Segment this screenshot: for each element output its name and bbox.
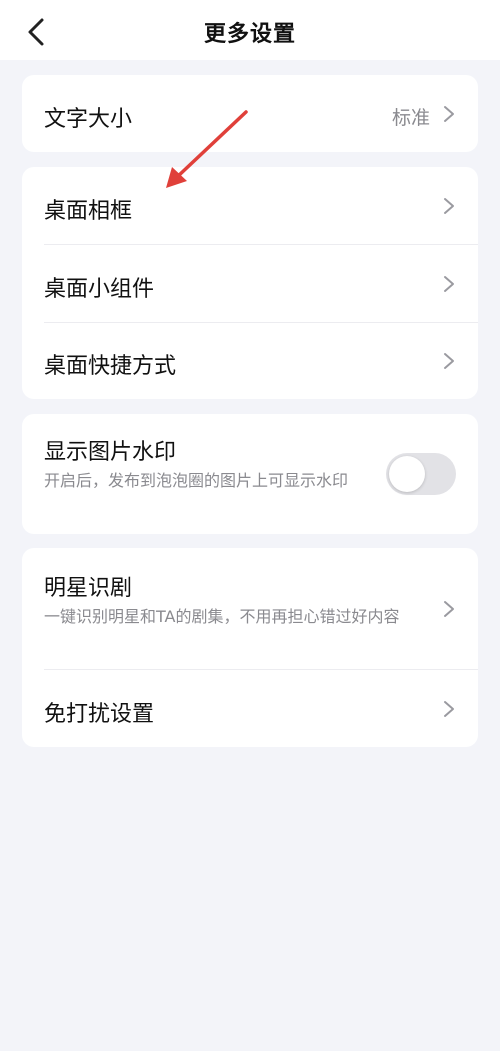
font-size-label: 文字大小 xyxy=(44,107,133,132)
desktop-frame-row[interactable]: 桌面相框 xyxy=(22,167,478,244)
toggle-knob xyxy=(389,456,425,492)
watermark-description: 开启后，发布到泡泡圈的图片上可显示水印 xyxy=(44,471,349,490)
page-title: 更多设置 xyxy=(203,22,296,47)
font-size-card: 文字大小 标准 xyxy=(22,75,478,152)
desktop-shortcut-row[interactable]: 桌面快捷方式 xyxy=(22,323,478,399)
chevron-right-icon xyxy=(442,196,456,216)
chevron-right-icon xyxy=(442,104,456,124)
star-recognition-label: 明星识剧 xyxy=(44,576,133,601)
do-not-disturb-row[interactable]: 免打扰设置 xyxy=(22,670,478,747)
star-recognition-row[interactable]: 明星识剧 一键识别明星和TA的剧集，不用再担心错过好内容 xyxy=(22,548,478,669)
star-recognition-description: 一键识别明星和TA的剧集，不用再担心错过好内容 xyxy=(44,607,400,626)
desktop-widget-label: 桌面小组件 xyxy=(44,277,155,302)
desktop-widget-row[interactable]: 桌面小组件 xyxy=(22,245,478,322)
chevron-right-icon xyxy=(442,351,456,371)
chevron-right-icon xyxy=(442,699,456,719)
desktop-shortcut-label: 桌面快捷方式 xyxy=(44,354,177,379)
chevron-right-icon xyxy=(442,599,456,619)
font-size-value: 标准 xyxy=(391,107,430,129)
desktop-card: 桌面相框 桌面小组件 桌面快捷方式 xyxy=(22,167,478,399)
watermark-toggle[interactable] xyxy=(386,453,456,495)
do-not-disturb-label: 免打扰设置 xyxy=(44,702,155,727)
chevron-right-icon xyxy=(442,274,456,294)
misc-card: 明星识剧 一键识别明星和TA的剧集，不用再担心错过好内容 免打扰设置 xyxy=(22,548,478,747)
desktop-frame-label: 桌面相框 xyxy=(44,199,133,224)
watermark-card: 显示图片水印 开启后，发布到泡泡圈的图片上可显示水印 xyxy=(22,414,478,534)
top-bar: 更多设置 xyxy=(0,0,500,60)
font-size-row[interactable]: 文字大小 标准 xyxy=(22,75,478,152)
watermark-row: 显示图片水印 开启后，发布到泡泡圈的图片上可显示水印 xyxy=(22,414,478,534)
watermark-label: 显示图片水印 xyxy=(44,440,177,465)
